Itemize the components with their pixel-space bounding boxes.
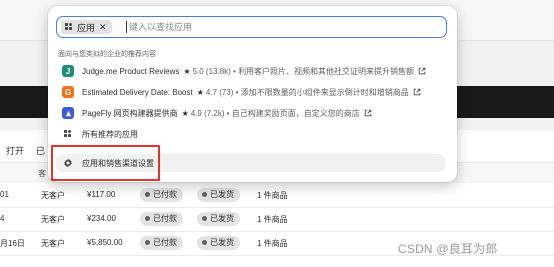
- payment-status-badge: 已付款: [140, 236, 183, 250]
- fulfillment-status-badge: 已发货: [197, 236, 240, 250]
- order-cell: 4: [0, 214, 5, 223]
- items-cell: 1 件商品: [257, 239, 288, 248]
- items-cell: 1 件商品: [257, 215, 288, 224]
- payment-status-badge: 已付款: [140, 212, 183, 226]
- fulfillment-status-label: 已发货: [210, 190, 234, 199]
- customer-cell: 无客户: [41, 215, 65, 224]
- status-dot-icon: [202, 192, 207, 198]
- app-rating: 5.0 (13.8k): [192, 66, 231, 76]
- search-field[interactable]: 应用 ✕: [56, 16, 447, 38]
- star-icon: ★: [183, 66, 191, 76]
- total-cell: ¥117.00: [87, 190, 116, 199]
- status-dot-icon: [145, 216, 150, 222]
- judgeme-logo-icon: J: [62, 65, 74, 77]
- order-cell: 月16日: [0, 239, 25, 248]
- status-dot-icon: [202, 216, 207, 222]
- payment-status-badge: 已付款: [140, 188, 183, 202]
- app-description-separator: •: [233, 87, 241, 97]
- tab-partial[interactable]: 已: [36, 144, 45, 157]
- column-header-customer: 客: [38, 169, 46, 178]
- external-link-icon: [418, 67, 426, 75]
- external-link-icon: [413, 88, 420, 96]
- text-cursor: [126, 21, 127, 33]
- filter-tag-apps: 应用 ✕: [61, 20, 112, 34]
- status-dot-icon: [145, 192, 150, 198]
- app-description: 自己构建奖励页面，自定义您的商店: [231, 108, 360, 118]
- app-result-estimated-delivery[interactable]: G Estimated Delivery Date: Boost ★ 4.7 (…: [56, 83, 445, 101]
- app-description-separator: •: [230, 66, 239, 76]
- app-rating: 4.7 (73): [205, 87, 234, 97]
- customer-cell: 无客户: [41, 239, 65, 248]
- star-icon: ★: [181, 108, 189, 118]
- close-icon[interactable]: ✕: [99, 22, 107, 33]
- search-input[interactable]: [129, 20, 429, 34]
- all-recommended-apps-label: 所有推荐的应用: [82, 129, 138, 139]
- table-row[interactable]: 4 无客户 ¥234.00 已付款 已发货 1 件商品: [0, 208, 554, 232]
- apps-grid-icon: [62, 128, 74, 140]
- app-description: 添加不限数量的小组件来显示倒计时和增销商品: [240, 87, 409, 97]
- pagefly-logo-icon: [62, 107, 74, 119]
- total-cell: ¥234.00: [87, 214, 116, 223]
- external-link-icon: [364, 109, 372, 117]
- watermark-text: CSDN @良耳为郎: [398, 242, 498, 256]
- payment-status-label: 已付款: [153, 190, 177, 199]
- order-cell: 01: [0, 190, 9, 199]
- items-cell: 1 件商品: [257, 191, 288, 200]
- section-title: 面向与您类似的企业的推荐内容: [58, 51, 156, 58]
- fulfillment-status-badge: 已发货: [197, 188, 240, 202]
- table-row[interactable]: 01 无客户 ¥117.00 已付款 已发货 1 件商品: [0, 184, 554, 208]
- app-rating: 4.9 (7.2k): [190, 108, 225, 118]
- fulfillment-status-badge: 已发货: [197, 212, 240, 226]
- status-dot-icon: [145, 240, 150, 246]
- filter-tag-label: 应用: [77, 22, 96, 33]
- app-result-judgeme[interactable]: J Judge.me Product Reviews ★ 5.0 (13.8k)…: [56, 62, 445, 80]
- app-name: Estimated Delivery Date: Boost: [82, 87, 193, 97]
- apps-grid-icon: [65, 23, 73, 31]
- estimated-delivery-logo-icon: G: [62, 86, 74, 98]
- star-icon: ★: [196, 87, 204, 97]
- status-dot-icon: [202, 240, 207, 246]
- tab-open[interactable]: 打开: [6, 144, 24, 157]
- app-description: 利用客户照片、视频和其他社交证明来提升销售额: [238, 66, 415, 76]
- payment-status-label: 已付款: [153, 214, 177, 223]
- payment-status-label: 已付款: [153, 238, 177, 247]
- fulfillment-status-label: 已发货: [210, 214, 234, 223]
- app-name: Judge.me Product Reviews: [82, 66, 180, 76]
- all-recommended-apps-link[interactable]: 所有推荐的应用: [56, 125, 445, 143]
- fulfillment-status-label: 已发货: [210, 238, 234, 247]
- customer-cell: 无客户: [41, 191, 65, 200]
- app-result-pagefly[interactable]: PageFly 网页构建器提供商 ★ 4.9 (7.2k) • 自己构建奖励页面…: [56, 104, 445, 122]
- app-name: PageFly 网页构建器提供商: [82, 108, 178, 118]
- app-description-separator: •: [224, 108, 232, 118]
- total-cell: ¥5,850.00: [87, 238, 123, 247]
- annotation-highlight-box: [51, 145, 160, 181]
